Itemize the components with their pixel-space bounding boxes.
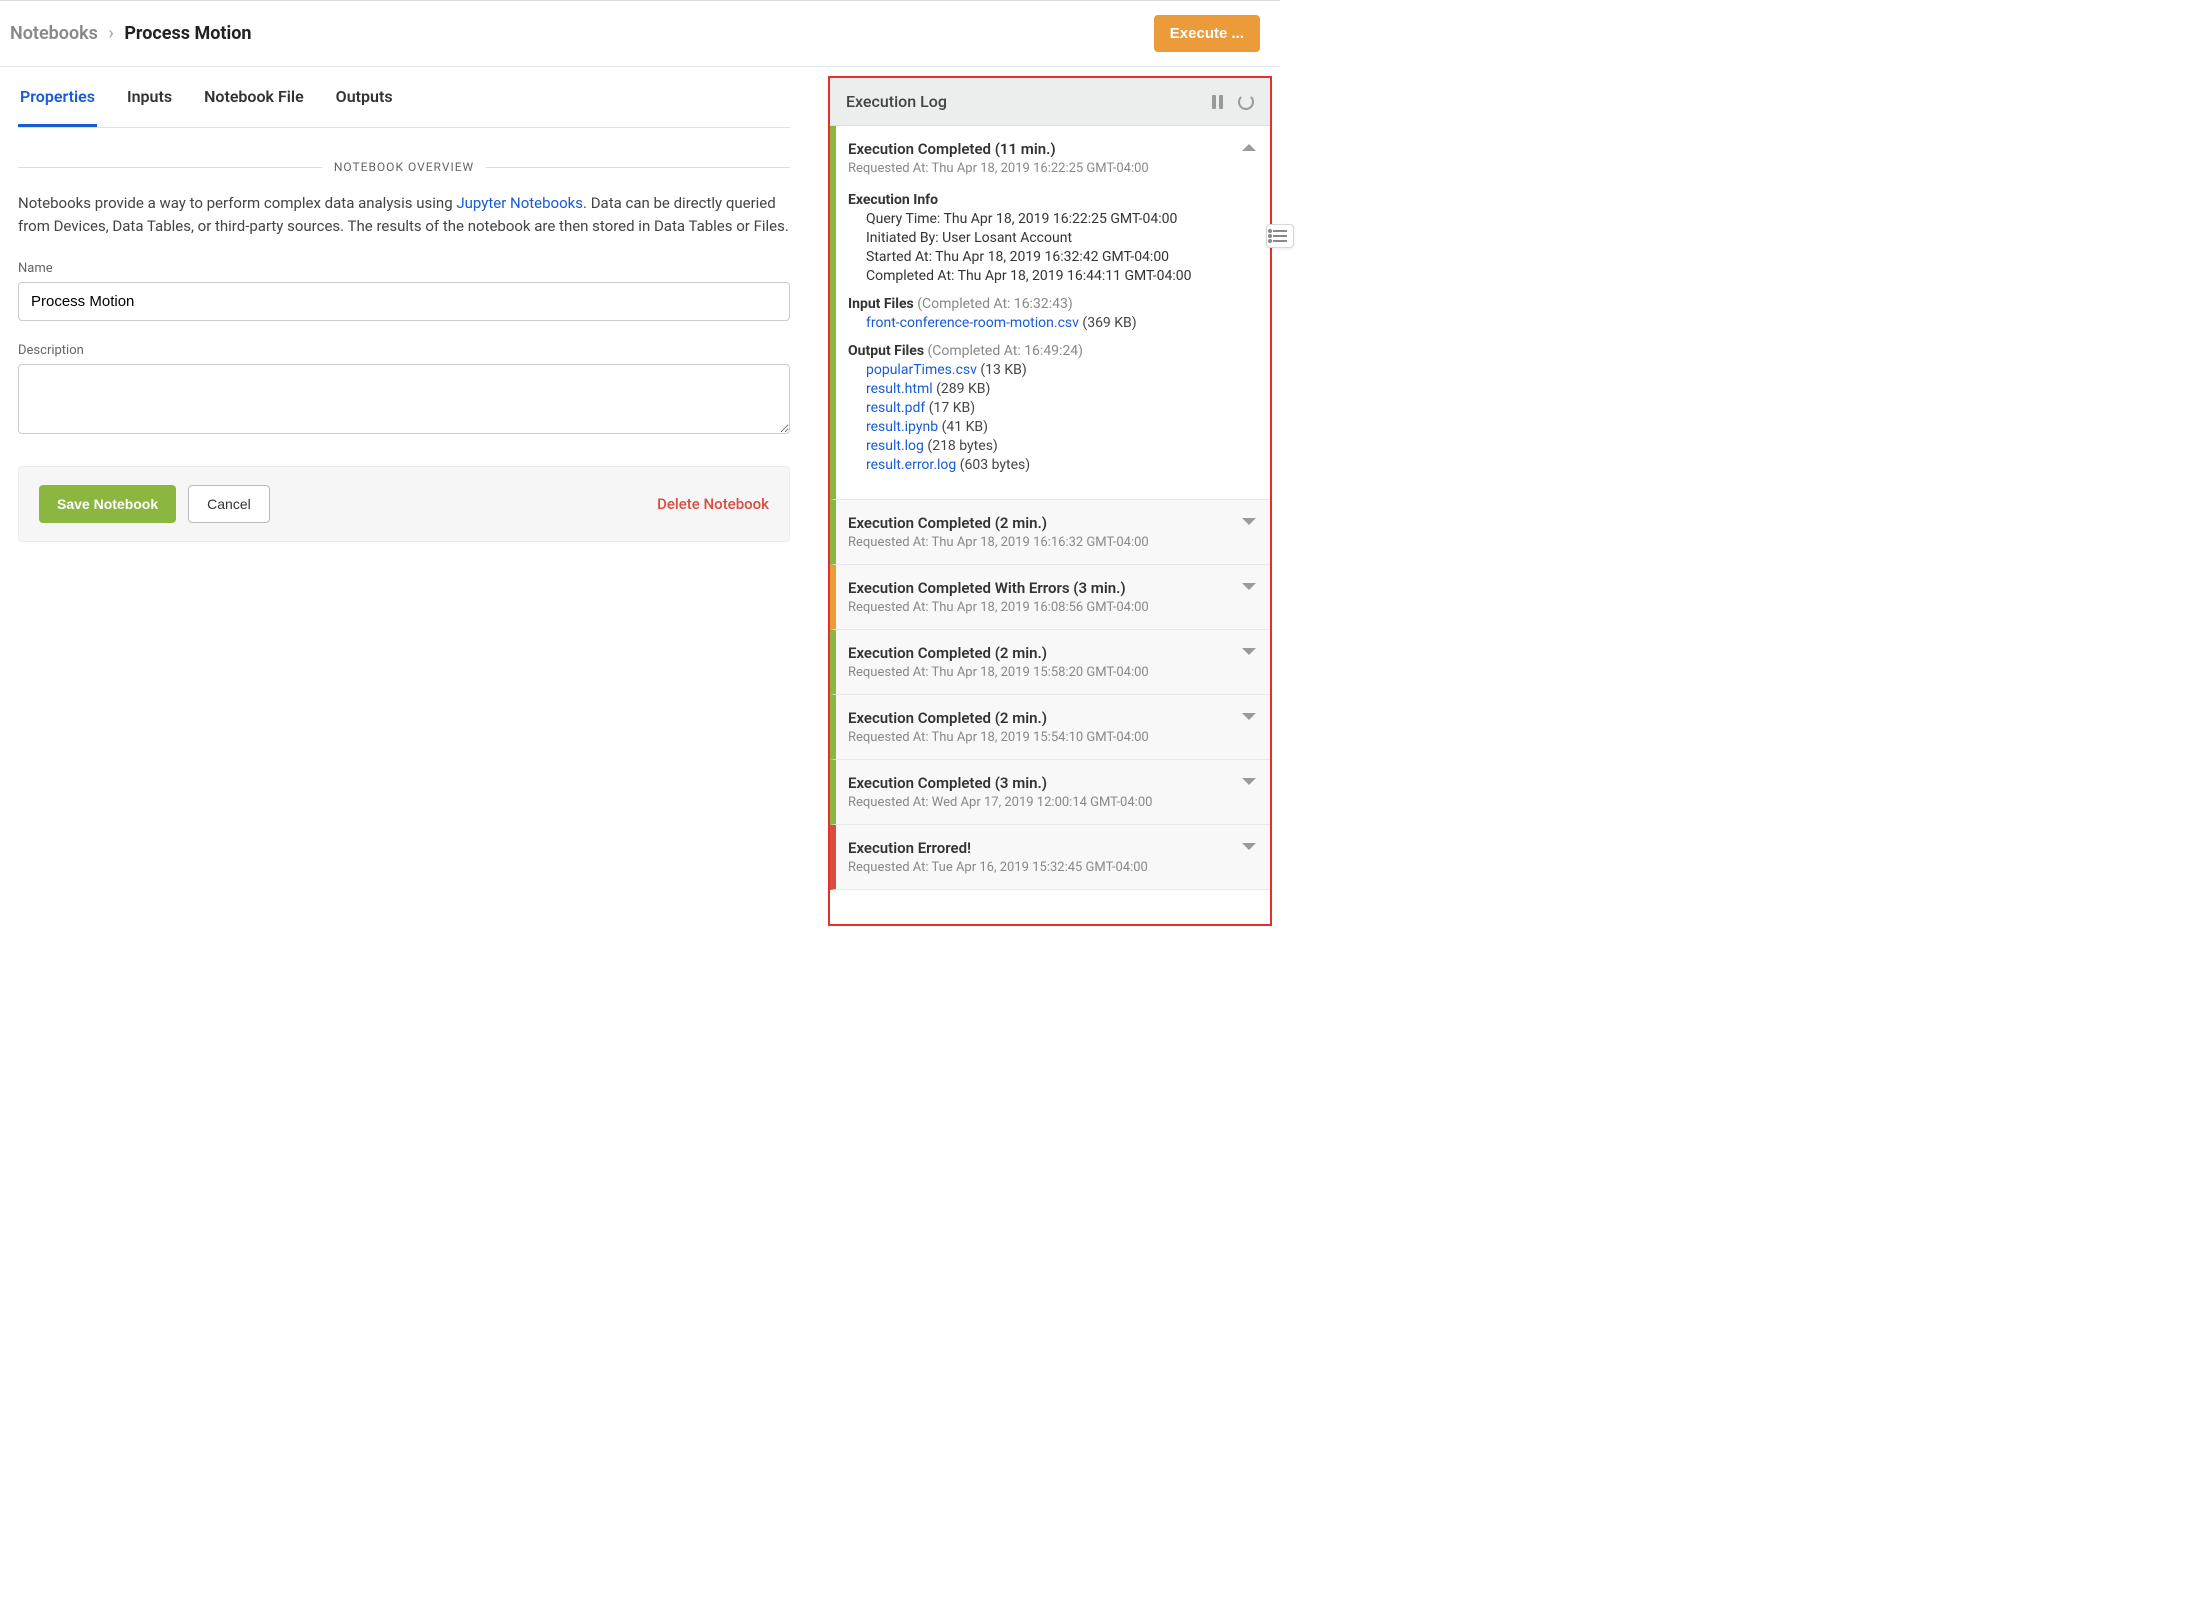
entry-title: Execution Completed (11 min.): [848, 140, 1256, 158]
file-size: (369 KB): [1082, 315, 1136, 331]
breadcrumb-sep: ›: [108, 23, 113, 44]
name-label: Name: [18, 261, 790, 276]
log-entry[interactable]: Execution Completed With Errors (3 min.)…: [830, 565, 1270, 630]
log-entry[interactable]: Execution Completed (2 min.) Requested A…: [830, 500, 1270, 565]
execute-button[interactable]: Execute ...: [1154, 15, 1260, 52]
entry-title: Execution Completed (2 min.): [848, 709, 1256, 727]
entry-title: Execution Completed (2 min.): [848, 644, 1256, 662]
entry-title: Execution Completed With Errors (3 min.): [848, 579, 1256, 597]
chevron-down-icon[interactable]: [1242, 648, 1256, 655]
top-bar: Notebooks › Process Motion Execute ...: [0, 1, 1280, 67]
chevron-down-icon[interactable]: [1242, 583, 1256, 590]
breadcrumb-current: Process Motion: [124, 23, 251, 44]
file-link[interactable]: result.html: [866, 381, 933, 397]
chevron-down-icon[interactable]: [1242, 843, 1256, 850]
overview-text: Notebooks provide a way to perform compl…: [18, 192, 790, 239]
file-size: (41 KB): [942, 419, 988, 435]
file-size: (289 KB): [936, 381, 990, 397]
tab-notebook-file[interactable]: Notebook File: [202, 87, 306, 127]
execution-log-panel: Execution Log Execution Completed (11 mi…: [830, 78, 1270, 924]
action-bar: Save Notebook Cancel Delete Notebook: [18, 466, 790, 542]
log-entry[interactable]: Execution Completed (2 min.) Requested A…: [830, 630, 1270, 695]
tab-inputs[interactable]: Inputs: [125, 87, 174, 127]
tab-outputs[interactable]: Outputs: [334, 87, 395, 127]
log-entry[interactable]: Execution Completed (3 min.) Requested A…: [830, 760, 1270, 825]
tab-properties[interactable]: Properties: [18, 87, 97, 127]
log-entry[interactable]: Execution Errored! Requested At: Tue Apr…: [830, 825, 1270, 890]
list-toggle-icon[interactable]: [1266, 224, 1294, 248]
info-line: Initiated By: User Losant Account: [866, 230, 1256, 246]
info-line: Started At: Thu Apr 18, 2019 16:32:42 GM…: [866, 249, 1256, 265]
file-link[interactable]: result.log: [866, 438, 924, 454]
file-link[interactable]: result.ipynb: [866, 419, 938, 435]
chevron-down-icon[interactable]: [1242, 713, 1256, 720]
file-link[interactable]: front-conference-room-motion.csv: [866, 315, 1079, 331]
file-link[interactable]: popularTimes.csv: [866, 362, 977, 378]
name-input[interactable]: [18, 282, 790, 321]
file-size: (13 KB): [980, 362, 1026, 378]
cancel-button[interactable]: Cancel: [188, 485, 270, 523]
delete-notebook-link[interactable]: Delete Notebook: [657, 495, 769, 513]
file-size: (17 KB): [929, 400, 975, 416]
jupyter-link[interactable]: Jupyter Notebooks: [456, 194, 583, 212]
save-button[interactable]: Save Notebook: [39, 485, 176, 523]
log-entry[interactable]: Execution Completed (2 min.) Requested A…: [830, 695, 1270, 760]
log-header: Execution Log: [830, 78, 1270, 126]
entry-requested: Requested At: Wed Apr 17, 2019 12:00:14 …: [848, 795, 1256, 810]
chevron-down-icon[interactable]: [1242, 778, 1256, 785]
file-link[interactable]: result.error.log: [866, 457, 956, 473]
file-size: (218 bytes): [927, 438, 997, 454]
log-entry-expanded[interactable]: Execution Completed (11 min.) Requested …: [830, 126, 1270, 500]
entry-requested: Requested At: Thu Apr 18, 2019 16:22:25 …: [848, 161, 1256, 176]
entry-title: Execution Completed (3 min.): [848, 774, 1256, 792]
chevron-up-icon[interactable]: [1242, 144, 1256, 151]
file-size: (603 bytes): [960, 457, 1030, 473]
log-body[interactable]: Execution Completed (11 min.) Requested …: [830, 126, 1270, 924]
info-line: Completed At: Thu Apr 18, 2019 16:44:11 …: [866, 268, 1256, 284]
entry-requested: Requested At: Tue Apr 16, 2019 15:32:45 …: [848, 860, 1256, 875]
section-heading: NOTEBOOK OVERVIEW: [18, 160, 790, 174]
pause-icon[interactable]: [1212, 95, 1224, 109]
output-files-heading: Output Files (Completed At: 16:49:24): [848, 343, 1256, 359]
spinner-icon[interactable]: [1238, 94, 1254, 110]
file-link[interactable]: result.pdf: [866, 400, 925, 416]
execution-log-highlight: Execution Log Execution Completed (11 mi…: [828, 76, 1272, 926]
entry-requested: Requested At: Thu Apr 18, 2019 16:08:56 …: [848, 600, 1256, 615]
entry-title: Execution Errored!: [848, 839, 1256, 857]
input-files-heading: Input Files (Completed At: 16:32:43): [848, 296, 1256, 312]
chevron-down-icon[interactable]: [1242, 518, 1256, 525]
description-textarea[interactable]: [18, 364, 790, 434]
breadcrumb-root[interactable]: Notebooks: [10, 23, 98, 44]
info-line: Query Time: Thu Apr 18, 2019 16:22:25 GM…: [866, 211, 1256, 227]
tabs: Properties Inputs Notebook File Outputs: [18, 67, 790, 128]
breadcrumb: Notebooks › Process Motion: [10, 23, 252, 44]
entry-requested: Requested At: Thu Apr 18, 2019 16:16:32 …: [848, 535, 1256, 550]
description-label: Description: [18, 343, 790, 358]
entry-title: Execution Completed (2 min.): [848, 514, 1256, 532]
entry-requested: Requested At: Thu Apr 18, 2019 15:58:20 …: [848, 665, 1256, 680]
entry-requested: Requested At: Thu Apr 18, 2019 15:54:10 …: [848, 730, 1256, 745]
log-title: Execution Log: [846, 92, 947, 111]
execution-info-heading: Execution Info: [848, 192, 1256, 208]
